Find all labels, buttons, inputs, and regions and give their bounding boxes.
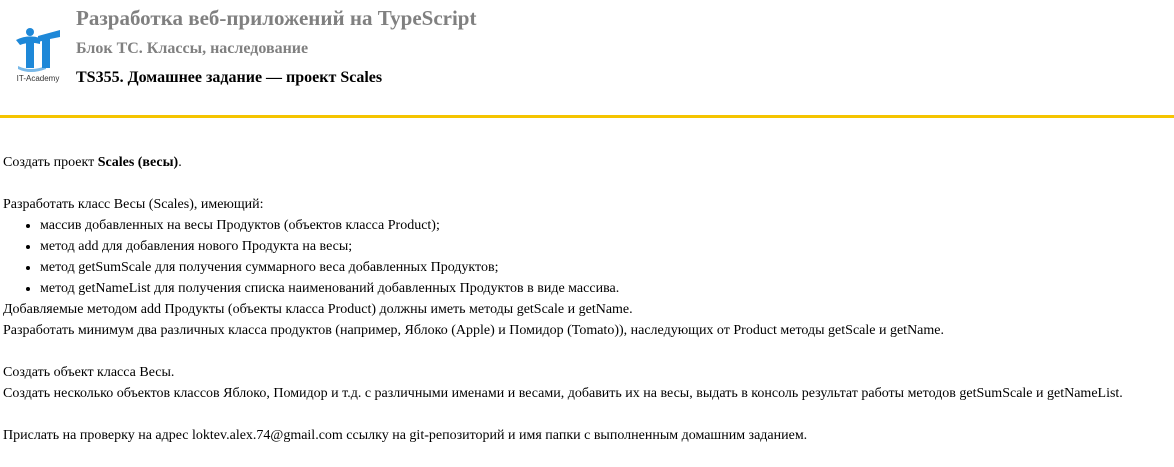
list-item: метод getSumScale для получения суммарно… bbox=[40, 257, 1171, 278]
scales-features-list: массив добавленных на весы Продуктов (об… bbox=[3, 215, 1171, 299]
list-item: метод add для добавления нового Продукта… bbox=[40, 236, 1171, 257]
project-name: Scales (весы) bbox=[97, 155, 179, 170]
course-title: Разработка веб-приложений на TypeScript bbox=[76, 6, 477, 30]
logo-text: IT-Academy bbox=[16, 74, 60, 83]
paragraph-create-project: Создать проект Scales (весы). bbox=[3, 152, 1171, 173]
paragraph-product-methods: Добавляемые методом add Продукты (объект… bbox=[3, 302, 633, 317]
list-item: метод getNameList для получения списка н… bbox=[40, 278, 1171, 299]
header: IT-Academy Разработка веб-приложений на … bbox=[0, 0, 1174, 115]
task-title: TS355. Домашнее задание — проект Scales bbox=[76, 69, 383, 86]
paragraph-create-project-prefix: Создать проект bbox=[3, 155, 98, 170]
page: IT-Academy Разработка веб-приложений на … bbox=[0, 0, 1174, 467]
paragraph-submission: Прислать на проверку на адрес loktev.ale… bbox=[3, 428, 808, 443]
paragraph-create-products: Создать несколько объектов классов Яблок… bbox=[3, 386, 1123, 401]
assignment-content: Создать проект Scales (весы). Разработат… bbox=[3, 152, 1171, 446]
it-academy-logo-icon bbox=[16, 28, 60, 72]
paragraph-create-scales: Создать объект класса Весы. bbox=[3, 365, 175, 380]
list-item: массив добавленных на весы Продуктов (об… bbox=[40, 215, 1171, 236]
it-academy-logo: IT-Academy bbox=[10, 26, 66, 86]
paragraph-scales-class: Разработать класс Весы (Scales), имеющий… bbox=[3, 197, 264, 212]
header-divider bbox=[0, 115, 1174, 118]
paragraph-product-classes: Разработать минимум два различных класса… bbox=[3, 323, 944, 338]
paragraph-create-project-suffix: . bbox=[178, 155, 182, 170]
block-title: Блок TC. Классы, наследование bbox=[76, 40, 309, 57]
